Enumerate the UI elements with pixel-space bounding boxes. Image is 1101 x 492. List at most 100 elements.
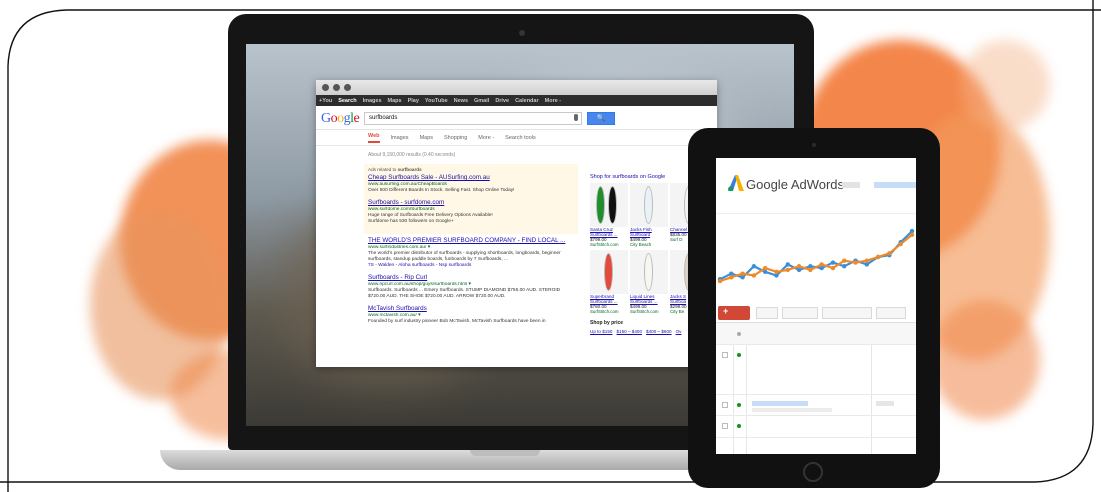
row-checkbox[interactable] xyxy=(722,352,728,358)
window-close-button[interactable] xyxy=(322,84,329,91)
ad-result: Cheap Surfboards Sale - AUSurfing.com.au… xyxy=(368,174,574,194)
ad-description: Over 500 Different Boards In Stock. Sell… xyxy=(368,188,515,193)
results-column: Ads related to surfboards Cheap Surfboar… xyxy=(364,164,578,330)
product-store: SurfStitch.com xyxy=(590,309,619,314)
ad-title-link[interactable]: Surfboards - surfdome.com xyxy=(368,199,574,207)
data-point xyxy=(819,262,824,267)
laptop-notch xyxy=(470,450,540,456)
result-stats: About 9,150,000 results (0.40 seconds) xyxy=(368,152,456,158)
more-dropdown[interactable] xyxy=(876,307,906,319)
gbar-link[interactable]: Images xyxy=(363,98,382,104)
gbar-link[interactable]: Search xyxy=(338,98,356,104)
price-range-link[interactable]: $150 – $400 xyxy=(616,329,642,334)
google-logo[interactable]: Google xyxy=(321,111,360,127)
window-zoom-button[interactable] xyxy=(344,84,351,91)
data-point xyxy=(842,264,847,269)
gbar-link[interactable]: Maps xyxy=(388,98,402,104)
data-point xyxy=(909,232,915,237)
product-name[interactable]: Jacks Fish Surfboard xyxy=(630,227,668,237)
organic-result: THE WORLD'S PREMIER SURFBOARD COMPANY - … xyxy=(368,237,578,269)
gbar-link[interactable]: More - xyxy=(545,98,562,104)
search-button[interactable]: 🔍 xyxy=(587,112,615,125)
price-range-link[interactable]: $400 – $600 xyxy=(646,329,672,334)
columns-dropdown[interactable] xyxy=(822,307,872,319)
data-point xyxy=(729,275,734,280)
result-title-link[interactable]: Surfboards - Rip Curl xyxy=(368,274,578,282)
segment-dropdown[interactable] xyxy=(782,307,818,319)
result-title-link[interactable]: McTavish Surfboards xyxy=(368,305,578,313)
product-name[interactable]: Superbrand Surfboards ... xyxy=(590,294,628,304)
result-sitelinks[interactable]: 7S - Walden - Aloha surfboards - Nsp sur… xyxy=(368,263,578,269)
product-card[interactable]: Superbrand Surfboards ... $780.00 SurfStit… xyxy=(590,250,628,314)
data-point xyxy=(808,267,813,273)
search-tab[interactable]: Shopping xyxy=(444,135,467,141)
table-header-row xyxy=(716,323,916,345)
laptop-base xyxy=(160,450,708,470)
product-image[interactable] xyxy=(590,250,628,294)
search-tab[interactable]: Web xyxy=(368,133,380,143)
gbar-link[interactable]: Gmail xyxy=(474,98,489,104)
table-row[interactable] xyxy=(716,395,916,416)
data-point xyxy=(875,254,881,260)
product-image[interactable] xyxy=(630,183,668,227)
search-tab[interactable]: Maps xyxy=(420,135,433,141)
adwords-screen: Google AdWords + xyxy=(716,158,916,454)
product-card[interactable]: Santa Cruz Surfboards ... $799.00 SurfStit… xyxy=(590,183,628,247)
ads-block: Ads related to surfboards Cheap Surfboar… xyxy=(364,164,578,234)
row-checkbox[interactable] xyxy=(722,423,728,429)
search-tab[interactable]: More - xyxy=(478,135,494,141)
data-point xyxy=(796,264,802,269)
ad-title-link[interactable]: Cheap Surfboards Sale - AUSurfing.com.au xyxy=(368,174,574,182)
new-campaign-button[interactable]: + xyxy=(718,306,750,320)
table-row[interactable] xyxy=(716,416,916,438)
data-point xyxy=(740,271,745,276)
tablet-camera xyxy=(812,143,816,147)
organic-results: THE WORLD'S PREMIER SURFBOARD COMPANY - … xyxy=(364,234,578,325)
gbar-link[interactable]: YouTube xyxy=(425,98,448,104)
status-dot xyxy=(737,332,741,336)
logo-letter: G xyxy=(321,111,331,126)
adwords-header: Google AdWords xyxy=(716,158,916,214)
stage: +You Search Images Maps Play YouTube News Gmail… xyxy=(0,0,1101,492)
tablet-home-button[interactable] xyxy=(803,462,823,482)
price-range-link[interactable]: Up to $150 xyxy=(590,329,612,334)
ads-label: Ads related to surfboards xyxy=(368,167,574,172)
product-name[interactable]: Santa Cruz Surfboards ... xyxy=(590,227,628,237)
data-point xyxy=(853,260,858,265)
window-minimize-button[interactable] xyxy=(333,84,340,91)
logo-letter: e xyxy=(353,111,360,126)
result-snippet: Founded by surf industry pioneer Bob McT… xyxy=(368,319,546,324)
product-card[interactable]: Liquid Lines Surfboards ... $499.00 SurfSt… xyxy=(630,250,668,314)
price-range-link[interactable]: Ov xyxy=(676,329,682,334)
surfboard-image xyxy=(604,253,613,291)
gbar-link[interactable]: News xyxy=(454,98,468,104)
data-point xyxy=(864,258,870,263)
google-bar: +You Search Images Maps Play YouTube News Gmail… xyxy=(316,95,717,106)
adwords-title: Google AdWords xyxy=(746,177,845,192)
table-row[interactable] xyxy=(716,345,916,395)
search-input[interactable]: surfboards xyxy=(364,112,582,125)
gbar-link[interactable]: Drive xyxy=(495,98,509,104)
data-point xyxy=(830,260,836,265)
search-tab[interactable]: Images xyxy=(391,135,409,141)
header-placeholder-tab[interactable] xyxy=(874,182,916,188)
result-title-link[interactable]: THE WORLD'S PREMIER SURFBOARD COMPANY - … xyxy=(368,237,578,245)
microphone-icon[interactable] xyxy=(574,114,578,121)
search-tab[interactable]: Search tools xyxy=(505,135,536,141)
search-row: Google surfboards 🔍 xyxy=(316,106,717,130)
row-placeholder xyxy=(752,401,808,406)
status-dot xyxy=(737,424,741,428)
product-image[interactable] xyxy=(630,250,668,294)
browser-titlebar xyxy=(316,80,717,95)
gbar-link[interactable]: +You xyxy=(319,98,332,104)
filter-dropdown[interactable] xyxy=(756,307,778,319)
product-card[interactable]: Jacks Fish Surfboard $499.00 City Beach xyxy=(630,183,668,247)
product-name[interactable]: Liquid Lines Surfboards ... xyxy=(630,294,668,304)
gbar-link[interactable]: Play xyxy=(408,98,419,104)
ad-extension: Surfdome has 530 followers on Google+ xyxy=(368,219,454,224)
product-image[interactable] xyxy=(590,183,628,227)
organic-result: McTavish Surfboards www.mctavish.com.au/ … xyxy=(368,305,578,325)
gbar-link[interactable]: Calendar xyxy=(515,98,539,104)
row-checkbox[interactable] xyxy=(722,402,728,408)
data-point xyxy=(762,265,768,271)
